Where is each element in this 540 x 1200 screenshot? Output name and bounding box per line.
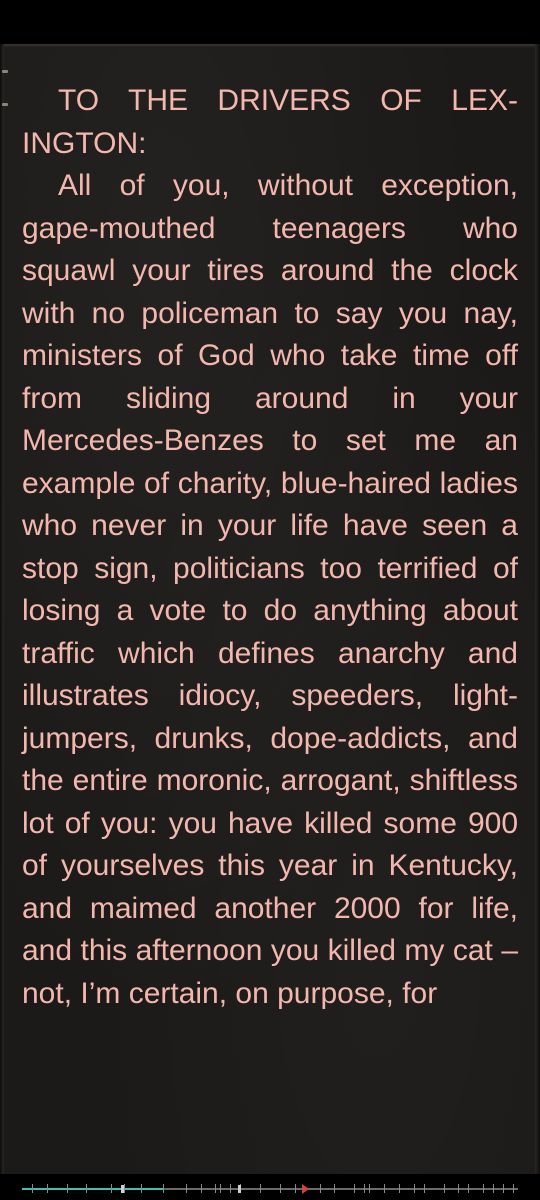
chapter-tick	[443, 1184, 445, 1193]
chapter-marker	[237, 1185, 241, 1193]
chapter-tick	[423, 1184, 425, 1193]
current-position-marker[interactable]	[302, 1184, 310, 1194]
chapter-tick	[294, 1184, 296, 1193]
page-edge-top	[0, 44, 540, 48]
chapter-heading: TO THE DRIVERS OF LEX­INGTON:	[22, 84, 518, 160]
chapter-tick	[215, 1184, 217, 1193]
chapter-tick	[260, 1184, 262, 1193]
chapter-tick	[493, 1184, 495, 1193]
chapter-tick	[458, 1184, 460, 1193]
chapter-tick	[513, 1184, 515, 1193]
chapter-tick	[413, 1184, 415, 1193]
chapter-tick	[111, 1184, 113, 1193]
chapter-tick	[185, 1184, 187, 1193]
chapter-tick	[66, 1184, 68, 1193]
chapter-tick	[483, 1184, 485, 1193]
chapter-tick	[334, 1184, 336, 1193]
progress-fill	[22, 1188, 164, 1190]
chapter-tick	[46, 1184, 48, 1193]
chapter-tick	[503, 1184, 505, 1193]
chapter-tick	[354, 1184, 356, 1193]
binder-mark	[2, 70, 8, 73]
chapter-tick	[468, 1184, 470, 1193]
chapter-tick	[319, 1184, 321, 1193]
page-edge-left	[0, 44, 4, 1174]
chapter-tick	[230, 1184, 232, 1193]
chapter-tick	[220, 1184, 222, 1193]
binder-mark	[2, 103, 8, 106]
page-edge-right	[535, 44, 540, 1174]
status-bar	[0, 0, 540, 44]
chapter-tick	[31, 1184, 33, 1193]
chapter-tick	[369, 1184, 371, 1193]
chapter-tick	[398, 1184, 400, 1193]
chapter-tick	[141, 1184, 143, 1193]
chapter-tick	[384, 1184, 386, 1193]
chapter-tick	[163, 1184, 165, 1193]
progress-bar[interactable]	[22, 1184, 518, 1194]
chapter-tick	[200, 1184, 202, 1193]
body-paragraph: All of you, without exception, gape-mout…	[22, 169, 518, 1010]
chapter-tick	[86, 1184, 88, 1193]
chapter-tick	[364, 1184, 366, 1193]
chapter-marker	[121, 1185, 125, 1193]
chapter-tick	[279, 1184, 281, 1193]
reader-text: TO THE DRIVERS OF LEX­INGTON: All of you…	[22, 80, 518, 1015]
